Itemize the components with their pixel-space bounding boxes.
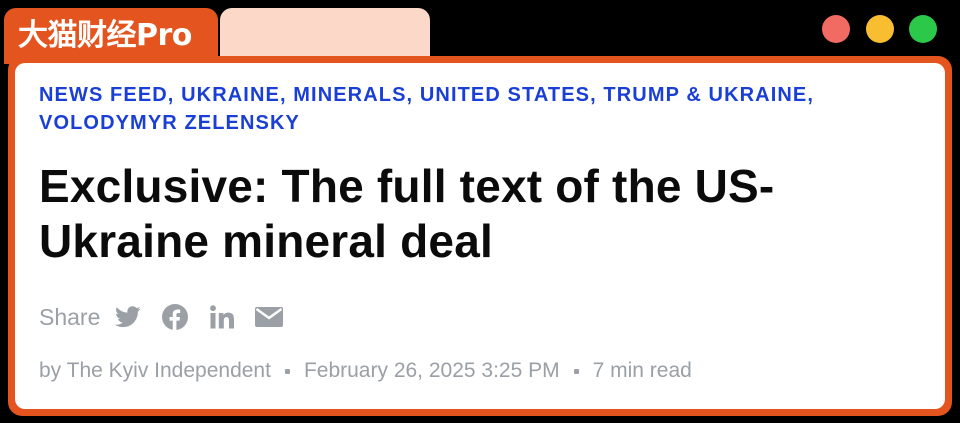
facebook-icon[interactable] — [161, 303, 189, 331]
byline[interactable]: by The Kyiv Independent — [39, 359, 271, 383]
read-time: 7 min read — [592, 359, 692, 382]
linkedin-icon[interactable] — [208, 303, 236, 331]
tag-list: NEWS FEED, UKRAINE, MINERALS, UNITED STA… — [39, 81, 939, 137]
app-window: 大猫财经Pro NEWS FEED, UKRAINE, MINERALS, UN… — [0, 0, 960, 423]
brand-label: 大猫财经Pro — [18, 18, 192, 53]
share-row: Share — [39, 301, 302, 333]
tag-separator: , — [167, 84, 182, 106]
tag-minerals[interactable]: MINERALS — [293, 84, 406, 106]
publish-date: February 26, 2025 3:25 PM — [303, 359, 560, 382]
tag-news-feed[interactable]: NEWS FEED — [39, 84, 168, 106]
tag-united-states[interactable]: UNITED STATES — [420, 84, 590, 106]
tag-trump-ukraine[interactable]: TRUMP & UKRAINE — [603, 84, 807, 106]
article-meta: by The Kyiv Independent February 26, 202… — [39, 359, 692, 383]
article-card: NEWS FEED, UKRAINE, MINERALS, UNITED STA… — [15, 63, 945, 409]
tag-ukraine[interactable]: UKRAINE — [181, 84, 280, 106]
article-headline: Exclusive: The full text of the US-Ukrai… — [39, 160, 775, 267]
share-label: Share — [39, 303, 101, 330]
meta-separator — [284, 368, 290, 374]
tag-separator: , — [406, 84, 420, 106]
maximize-window-button[interactable] — [909, 15, 937, 43]
mail-icon[interactable] — [255, 303, 284, 331]
twitter-icon[interactable] — [114, 303, 142, 331]
tag-volodymyr-zelensky[interactable]: VOLODYMYR ZELENSKY — [39, 112, 300, 134]
tag-separator: , — [279, 84, 294, 106]
tag-separator: , — [807, 84, 815, 106]
meta-separator — [573, 368, 579, 374]
minimize-window-button[interactable] — [866, 15, 894, 43]
close-window-button[interactable] — [822, 15, 850, 43]
tag-separator: , — [590, 84, 604, 106]
